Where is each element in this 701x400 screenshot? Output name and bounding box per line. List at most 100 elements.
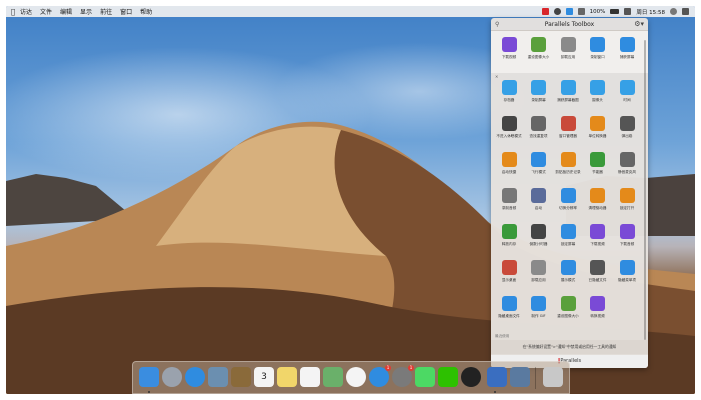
wechat-icon[interactable] bbox=[438, 367, 458, 387]
menu-window[interactable]: 窗口 bbox=[120, 7, 132, 16]
tool-resize-image[interactable]: 重设图像大小 bbox=[524, 37, 554, 59]
battery-icon[interactable] bbox=[610, 9, 620, 14]
tool-uninstall-app[interactable]: 卸载应用 bbox=[553, 37, 583, 59]
reminders-icon[interactable] bbox=[300, 367, 320, 387]
tool-record-audio[interactable]: 录制音频 bbox=[494, 188, 524, 210]
running-indicator bbox=[494, 391, 496, 393]
tool-show-desktop[interactable]: 显示桌面 bbox=[494, 260, 524, 282]
tool-eject[interactable]: 弹出卷 bbox=[612, 116, 642, 138]
menu-finder[interactable]: 访达 bbox=[20, 7, 32, 16]
tool-window-manager[interactable]: 窗口管理器 bbox=[553, 116, 583, 138]
uninstall-app-icon bbox=[560, 37, 576, 52]
tool-label: 隐藏菜单项 bbox=[618, 278, 636, 282]
parallels-tray-icon[interactable] bbox=[541, 8, 549, 15]
tool-find-duplicates[interactable]: 查找重复项 bbox=[524, 116, 554, 138]
clock-label[interactable]: 周日 15:58 bbox=[636, 8, 665, 16]
parallels-icon[interactable] bbox=[487, 367, 507, 387]
menu-view[interactable]: 显示 bbox=[80, 7, 92, 16]
eject-icon bbox=[619, 116, 635, 131]
tool-label: 转换视频 bbox=[590, 314, 605, 318]
download-video-icon bbox=[501, 37, 517, 52]
tool-clipboard[interactable]: 剪贴板历史记录 bbox=[553, 152, 583, 174]
resize-image-icon bbox=[531, 37, 546, 52]
tools-grid: 存档器 录制屏幕 捕获屏幕截图 摄像头 时间不进入休眠模式 查找重复项 窗口管理器 单位转换器… bbox=[491, 76, 648, 344]
tool-launch-app[interactable]: 启动 bbox=[524, 188, 554, 210]
lock-screen-icon bbox=[560, 224, 576, 239]
tool-label: 启动 bbox=[534, 206, 543, 210]
tool-record-screen[interactable]: 录制屏幕 bbox=[524, 80, 554, 102]
tool-lock[interactable]: 锁定打开 bbox=[612, 188, 642, 210]
tool-unit-converter[interactable]: 单位转换器 bbox=[583, 116, 613, 138]
tool-clock[interactable]: 时间 bbox=[612, 80, 642, 102]
tool-free-memory[interactable]: 释放内存 bbox=[494, 224, 524, 246]
tool-launch[interactable]: 启动快捷 bbox=[494, 152, 524, 174]
notification-center-icon[interactable] bbox=[682, 8, 689, 15]
preview-icon[interactable] bbox=[208, 367, 228, 387]
gear-icon[interactable]: ⚙▾ bbox=[634, 20, 644, 28]
tool-label: 重设图像大小 bbox=[557, 314, 579, 318]
menu-help[interactable]: 帮助 bbox=[140, 7, 152, 16]
tool-screenshot[interactable]: 捕获屏幕截图 bbox=[553, 80, 583, 102]
tool-airplane[interactable]: 飞行模式 bbox=[524, 152, 554, 174]
tool-clean-drive[interactable]: 清理驱动器 bbox=[583, 188, 613, 210]
safari-icon[interactable] bbox=[185, 367, 205, 387]
launchpad-icon[interactable] bbox=[162, 367, 182, 387]
maps-icon[interactable] bbox=[323, 367, 343, 387]
siri-icon[interactable] bbox=[670, 8, 677, 15]
tool-uninstall-app[interactable]: 卸载应用 bbox=[524, 260, 554, 282]
tool-countdown[interactable]: 倒数计时器 bbox=[524, 224, 554, 246]
tool-presentation[interactable]: 展示模式 bbox=[553, 260, 583, 282]
trash-icon[interactable] bbox=[543, 367, 563, 387]
screen-icon[interactable] bbox=[510, 367, 530, 387]
finder-icon[interactable] bbox=[139, 367, 159, 387]
tool-hide-desktop-files[interactable]: 隐藏桌面文件 bbox=[494, 296, 524, 318]
input-method-icon[interactable] bbox=[624, 8, 632, 15]
tool-mute-mic[interactable]: 静音麦克风 bbox=[612, 152, 642, 174]
tool-webcam[interactable]: 摄像头 bbox=[583, 80, 613, 102]
tool-energy-saver[interactable]: 节能器 bbox=[583, 152, 613, 174]
record-audio-icon bbox=[501, 188, 517, 203]
tool-hide-menu[interactable]: 隐藏菜单项 bbox=[612, 260, 642, 282]
tool-resize-image[interactable]: 重设图像大小 bbox=[553, 296, 583, 318]
tool-make-gif[interactable]: 制作 GIF bbox=[524, 296, 554, 318]
upload-tray-icon[interactable] bbox=[577, 8, 585, 15]
messages-icon[interactable] bbox=[415, 367, 435, 387]
notes-icon[interactable] bbox=[277, 367, 297, 387]
tool-label: 窗口管理器 bbox=[559, 134, 577, 138]
calendar-icon[interactable]: 3 bbox=[254, 367, 274, 387]
clipboard-icon bbox=[560, 152, 576, 167]
tool-download-video[interactable]: 下载视频 bbox=[494, 37, 524, 59]
battery-label: 100% bbox=[589, 8, 606, 15]
pinned-tools: 下载视频 重设图像大小 卸载应用 录制窗口 捕获屏幕 bbox=[491, 31, 648, 73]
tool-download-video[interactable]: 下载视频 bbox=[583, 224, 613, 246]
tool-capture-screen[interactable]: 捕获屏幕 bbox=[612, 37, 642, 59]
tool-download-audio[interactable]: 下载音频 bbox=[612, 224, 642, 246]
search-icon[interactable]: ⚲ bbox=[495, 21, 499, 28]
photos-icon[interactable] bbox=[346, 367, 366, 387]
notes-book-icon[interactable] bbox=[231, 367, 251, 387]
record-screen-icon bbox=[531, 80, 546, 95]
tool-lock-screen[interactable]: 锁定屏幕 bbox=[553, 224, 583, 246]
tool-switch-resolution[interactable]: 切换分辨率 bbox=[553, 188, 583, 210]
tool-label: 不进入休眠模式 bbox=[496, 134, 522, 138]
resize-image-icon bbox=[560, 296, 576, 311]
apple-menu-icon[interactable]:  bbox=[6, 8, 20, 16]
menu-go[interactable]: 前往 bbox=[100, 7, 112, 16]
tool-record-window[interactable]: 录制窗口 bbox=[583, 37, 613, 59]
qq-icon[interactable] bbox=[461, 367, 481, 387]
scrollbar[interactable] bbox=[644, 40, 646, 340]
menu-edit[interactable]: 编辑 bbox=[60, 7, 72, 16]
status-tray-icon[interactable] bbox=[553, 8, 561, 15]
app-store-badge: 1 bbox=[385, 365, 391, 371]
tool-archive[interactable]: 存档器 bbox=[494, 80, 524, 102]
tool-convert-video[interactable]: 转换视频 bbox=[583, 296, 613, 318]
tool-label: 显示桌面 bbox=[501, 278, 517, 282]
menu-file[interactable]: 文件 bbox=[40, 7, 52, 16]
tool-label: 制作 GIF bbox=[531, 314, 546, 318]
tool-label: 录制音频 bbox=[501, 206, 517, 210]
tool-hidden-files[interactable]: 已隐藏文件 bbox=[583, 260, 613, 282]
dock-separator bbox=[535, 367, 536, 389]
toolbox-tray-icon[interactable] bbox=[565, 8, 573, 15]
tool-label: 剪贴板历史记录 bbox=[555, 170, 581, 174]
tool-no-sleep[interactable]: 不进入休眠模式 bbox=[494, 116, 524, 138]
